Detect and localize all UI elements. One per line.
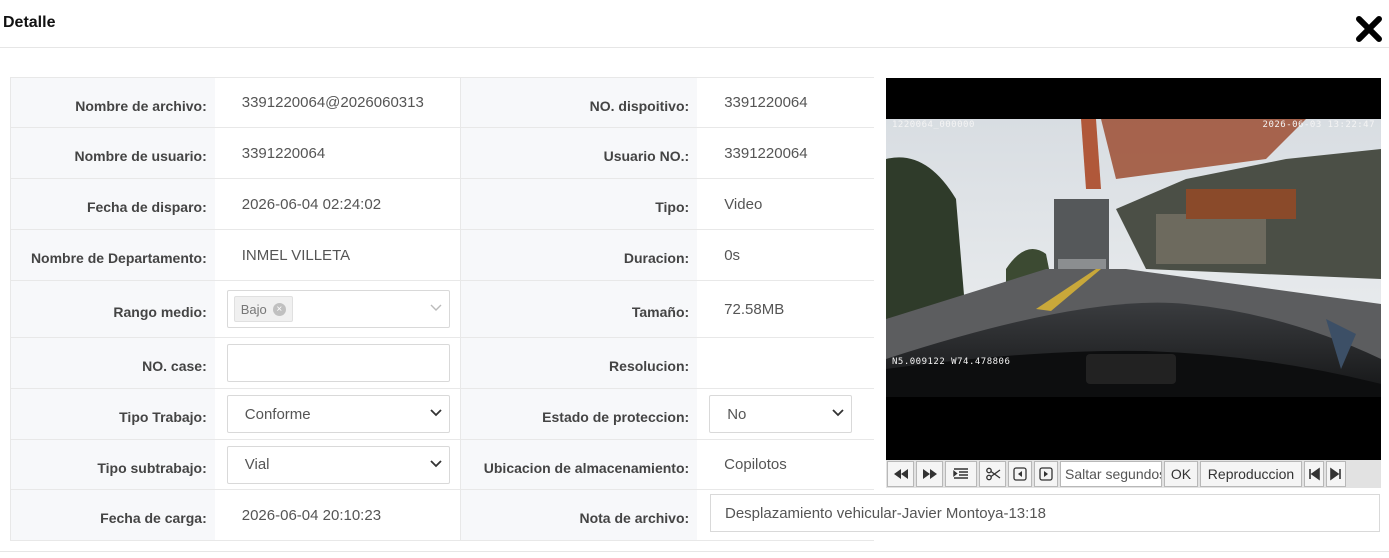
prev-frame-button[interactable] (1008, 461, 1032, 487)
username-label: Nombre de usuario: (11, 128, 215, 178)
step-forward-icon (1039, 467, 1053, 481)
subwork-select[interactable]: Vial (226, 445, 450, 484)
range-tag-label: Bajo (240, 301, 267, 317)
worktype-value: Conforme (244, 405, 311, 423)
protection-select[interactable]: No (709, 395, 853, 433)
form-row: Nombre de usuario: 3391220064 Usuario NO… (11, 128, 874, 179)
chevron-down-icon (430, 459, 442, 467)
resolution-label: Resolucion: (461, 338, 698, 388)
form-row: Nombre de archivo: 3391220064@2026060313… (11, 78, 874, 128)
chevron-down-icon (430, 304, 442, 311)
storage-label: Ubicacion de almacenamiento: (461, 440, 698, 489)
list-icon (953, 468, 968, 479)
worktype-select[interactable]: Conforme (226, 395, 450, 433)
form-row: Fecha de disparo: 2026-06-04 02:24:02 Ti… (11, 179, 874, 230)
device-label: NO. dispoitivo: (461, 78, 698, 127)
type-value: Video (697, 179, 874, 229)
protection-label: Estado de proteccion: (461, 389, 698, 439)
upload-date-label: Fecha de carga: (11, 490, 215, 540)
type-label: Tipo: (461, 179, 698, 229)
storage-value: Copilotos (697, 440, 874, 489)
filename-label: Nombre de archivo: (11, 78, 215, 127)
protection-cell: No (697, 389, 874, 439)
duration-value: 0s (697, 230, 874, 280)
video-frame (886, 119, 1381, 397)
case-label: NO. case: (11, 338, 215, 388)
rewind-button[interactable] (887, 461, 914, 487)
note-input[interactable]: Desplazamiento vehicular-Javier Montoya-… (710, 494, 1380, 532)
duration-label: Duracion: (461, 230, 698, 280)
trigger-date-value: 2026-06-04 02:24:02 (214, 179, 462, 229)
playback-button[interactable]: Reproduccion (1200, 461, 1302, 487)
trigger-date-label: Fecha de disparo: (11, 179, 215, 229)
case-input[interactable] (226, 344, 450, 382)
department-label: Nombre de Departamento: (11, 230, 215, 280)
video-player[interactable]: 1220064_000000 2026-06-03 13:22:47 N5.00… (886, 78, 1381, 460)
protection-value: No (727, 405, 747, 423)
form-row: Tipo subtrabajo: Vial Ubicacion de almac… (11, 440, 874, 490)
username-value: 3391220064 (214, 128, 462, 178)
tag-remove-icon[interactable]: × (272, 302, 286, 316)
skip-end-button[interactable] (1326, 461, 1346, 487)
userno-label: Usuario NO.: (461, 128, 698, 178)
form-row: NO. case: Resolucion: (11, 338, 874, 389)
range-label: Rango medio: (11, 281, 215, 337)
device-value: 3391220064 (697, 78, 874, 127)
osd-gps: N5.009122 W74.478806 (892, 357, 1011, 367)
video-controls: Saltar segundos OK Reproduccion (886, 460, 1381, 488)
fast-forward-icon (922, 469, 937, 479)
case-cell (214, 338, 462, 388)
chevron-down-icon (430, 409, 442, 417)
osd-timestamp: 2026-06-03 13:22:47 (1262, 120, 1375, 130)
ok-button[interactable]: OK (1164, 461, 1198, 487)
size-label: Tamaño: (461, 281, 698, 337)
chevron-down-icon (832, 409, 844, 417)
next-frame-button[interactable] (1034, 461, 1058, 487)
subwork-cell: Vial (214, 440, 462, 489)
skip-start-icon (1309, 467, 1320, 481)
detail-form: Nombre de archivo: 3391220064@2026060313… (10, 77, 874, 541)
upload-date-value: 2026-06-04 20:10:23 (214, 490, 462, 540)
filename-value: 3391220064@2026060313 (214, 78, 462, 127)
form-row: Nombre de Departamento: INMEL VILLETA Du… (11, 230, 874, 281)
dialog-header: Detalle (0, 0, 1389, 48)
footer-divider (0, 551, 1389, 552)
fast-forward-button[interactable] (916, 461, 943, 487)
note-label: Nota de archivo: (461, 490, 698, 540)
step-back-icon (1013, 467, 1027, 481)
close-icon[interactable] (1354, 14, 1384, 44)
playlist-button[interactable] (945, 461, 977, 487)
skip-end-icon (1330, 467, 1341, 481)
resolution-value (697, 338, 874, 388)
range-cell: Bajo × (214, 281, 462, 337)
range-tag: Bajo × (233, 296, 293, 322)
size-value: 72.58MB (697, 281, 874, 337)
clip-button[interactable] (979, 461, 1006, 487)
worktype-cell: Conforme (214, 389, 462, 439)
form-row: Tipo Trabajo: Conforme Estado de protecc… (11, 389, 874, 440)
subwork-value: Vial (244, 456, 270, 473)
worktype-label: Tipo Trabajo: (11, 389, 215, 439)
userno-value: 3391220064 (697, 128, 874, 178)
rewind-icon (893, 469, 908, 479)
department-value: INMEL VILLETA (214, 230, 462, 280)
form-row: Rango medio: Bajo × Tamaño: 72.58MB (11, 281, 874, 338)
seek-seconds-input[interactable]: Saltar segundos (1060, 461, 1162, 487)
skip-start-button[interactable] (1304, 461, 1324, 487)
subwork-label: Tipo subtrabajo: (11, 440, 215, 489)
range-select[interactable]: Bajo × (226, 290, 450, 328)
dialog-title: Detalle (3, 14, 56, 31)
scissors-icon (985, 467, 1000, 481)
osd-camera-id: 1220064_000000 (892, 120, 975, 130)
